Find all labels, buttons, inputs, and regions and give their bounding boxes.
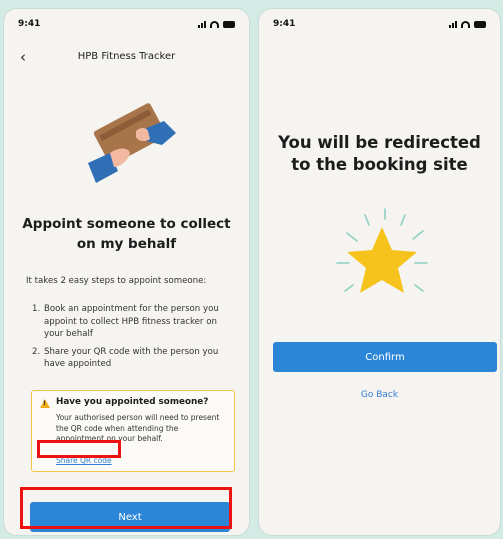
battery-icon <box>223 21 235 28</box>
status-icons <box>198 21 235 28</box>
signal-icon <box>198 21 206 28</box>
step-number: 1. <box>32 304 41 314</box>
steps-list: 1. Book an appointment for the person yo… <box>32 303 235 376</box>
star-icon <box>336 208 428 293</box>
redirect-heading: You will be redirected to the booking si… <box>278 133 481 174</box>
status-time: 9:41 <box>18 19 41 29</box>
intro-text: It takes 2 easy steps to appoint someone… <box>26 276 207 286</box>
card-title: Have you appointed someone? <box>56 397 209 407</box>
wifi-icon <box>461 21 470 28</box>
step-number: 2. <box>32 346 41 357</box>
receiving-hand <box>88 148 130 183</box>
right-phone-screen: 9:41 You will be redirected to the booki… <box>258 8 501 536</box>
status-time: 9:41 <box>273 19 296 29</box>
step-text: Book an appointment for the person you a… <box>44 304 219 339</box>
nav-header: ‹ HPB Fitness Tracker <box>4 47 249 69</box>
warning-icon <box>40 399 50 408</box>
go-back-link[interactable]: Go Back <box>259 390 500 400</box>
star-shape <box>347 227 417 293</box>
list-item: 1. Book an appointment for the person yo… <box>32 303 235 341</box>
confirm-button[interactable]: Confirm <box>273 342 497 372</box>
list-item: 2. Share your QR code with the person yo… <box>32 346 235 371</box>
next-button[interactable]: Next <box>30 502 230 532</box>
left-phone-screen: 9:41 ‹ HPB Fitness Tracker Appoint someo… <box>3 8 250 536</box>
section-heading: Appoint someone to collect on my behalf <box>22 216 231 252</box>
status-icons <box>449 21 486 28</box>
battery-icon <box>474 21 486 28</box>
card-body: Your authorised person will need to pres… <box>56 413 220 443</box>
status-bar: 9:41 <box>18 19 235 33</box>
step-text: Share your QR code with the person you h… <box>44 346 219 370</box>
appointed-info-card: Have you appointed someone? Your authori… <box>31 390 235 472</box>
page-title: HPB Fitness Tracker <box>77 51 176 62</box>
handover-illustration <box>88 103 176 183</box>
status-bar: 9:41 <box>273 19 486 33</box>
signal-icon <box>449 21 457 28</box>
wifi-icon <box>210 21 219 28</box>
share-qr-code-link[interactable]: Share QR code <box>56 456 112 465</box>
